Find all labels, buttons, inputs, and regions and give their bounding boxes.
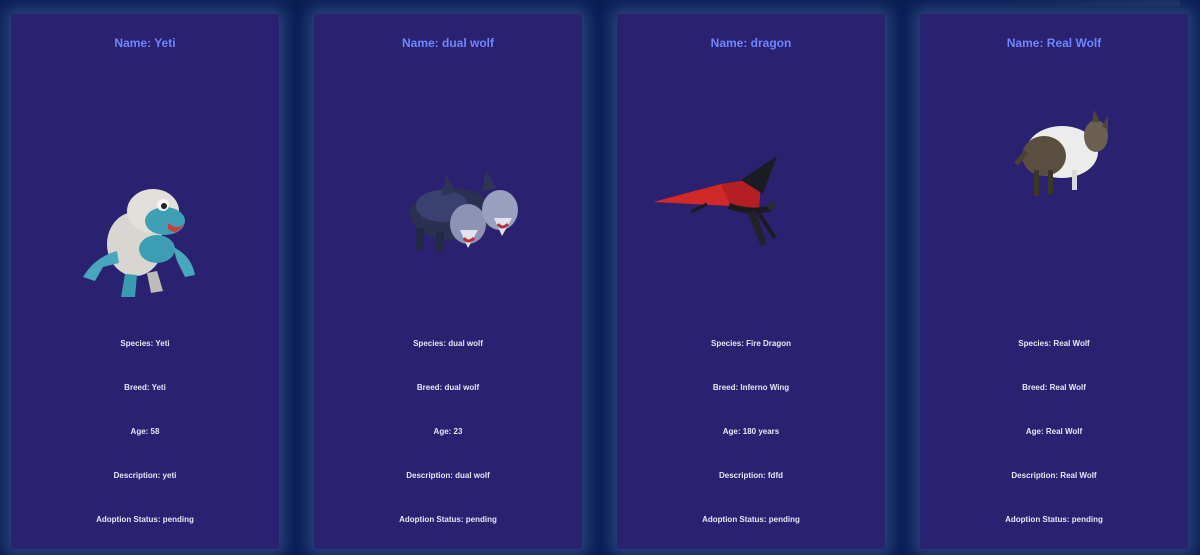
two-headed-wolf-model[interactable] bbox=[314, 74, 582, 324]
pet-adoption-status: Adoption Status: pending bbox=[399, 515, 497, 524]
dragon-model-icon bbox=[653, 156, 777, 246]
pet-species: Species: dual wolf bbox=[413, 339, 483, 348]
pet-age: Age: 58 bbox=[130, 427, 160, 436]
pet-adoption-status: Adoption Status: pending bbox=[96, 515, 194, 524]
pet-description: Description: fdfd bbox=[719, 471, 783, 480]
pet-adoption-status: Adoption Status: pending bbox=[702, 515, 800, 524]
pet-name: Name: dual wolf bbox=[401, 36, 494, 50]
pet-species: Species: Real Wolf bbox=[1018, 339, 1090, 348]
pet-description: Description: dual wolf bbox=[406, 471, 490, 480]
pet-breed: Breed: Yeti bbox=[124, 383, 166, 392]
pet-card[interactable]: Name: dragon Species: Fire Dragon Breed:… bbox=[617, 14, 885, 549]
pet-card[interactable]: Name: Yeti Species: Yeti Breed: Yeti Age… bbox=[11, 14, 279, 549]
pet-breed: Breed: dual wolf bbox=[416, 383, 480, 392]
wolf-model[interactable] bbox=[920, 74, 1188, 324]
pet-adoption-status: Adoption Status: pending bbox=[1005, 515, 1103, 524]
dragon-model[interactable] bbox=[617, 74, 885, 324]
pet-age: Age: 180 years bbox=[722, 427, 780, 436]
pet-description: Description: Real Wolf bbox=[1011, 471, 1097, 480]
wolf-model-icon bbox=[1014, 110, 1108, 196]
pet-age: Age: 23 bbox=[433, 427, 463, 436]
pet-species: Species: Yeti bbox=[120, 339, 170, 348]
pet-card[interactable]: Name: dual wolf Species: dual wolf Breed… bbox=[314, 14, 582, 549]
pet-age: Age: Real Wolf bbox=[1025, 427, 1083, 436]
pet-breed: Breed: Inferno Wing bbox=[712, 383, 790, 392]
pet-name: Name: Yeti bbox=[114, 36, 176, 50]
pet-name: Name: Real Wolf bbox=[1006, 36, 1102, 50]
pet-species: Species: Fire Dragon bbox=[710, 339, 792, 348]
yeti-model[interactable] bbox=[11, 74, 279, 324]
yeti-model-icon bbox=[83, 189, 195, 297]
pet-breed: Breed: Real Wolf bbox=[1022, 383, 1086, 392]
pet-card-grid: Name: Yeti Species: Yeti Breed: Yeti Age… bbox=[0, 0, 1200, 555]
two-headed-wolf-model-icon bbox=[410, 170, 518, 252]
pet-card[interactable]: Name: Real Wolf Species: Real Wolf Breed… bbox=[920, 14, 1188, 549]
pet-name: Name: dragon bbox=[710, 36, 792, 50]
pet-description: Description: yeti bbox=[113, 471, 177, 480]
